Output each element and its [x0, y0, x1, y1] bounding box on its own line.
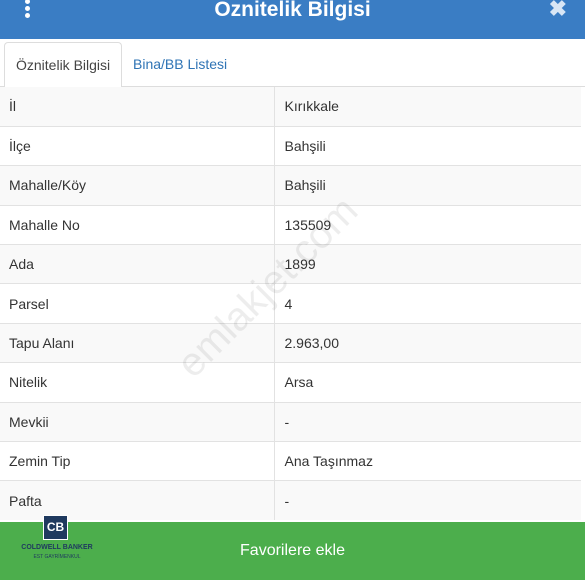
table-row: Mahalle/Köy Bahşili: [0, 165, 581, 206]
attribute-key: İl: [0, 87, 275, 127]
table-row: Nitelik Arsa: [0, 362, 581, 403]
modal-header: Öznitelik Bilgisi ✖: [0, 0, 585, 39]
attribute-key: Mahalle/Köy: [0, 165, 275, 206]
attribute-key: Tapu Alanı: [0, 322, 275, 363]
attribute-value: 2.963,00: [274, 322, 581, 363]
attribute-value: 135509: [274, 204, 581, 245]
close-icon[interactable]: ✖: [549, 0, 567, 22]
attribute-key: Zemin Tip: [0, 441, 275, 481]
attribute-table: İl Kırıkkale İlçe Bahşili Mahalle/Köy Bahşi…: [0, 87, 581, 521]
attribute-key: Ada: [0, 244, 275, 284]
attribute-value: 1899: [274, 244, 581, 284]
tab-bar: Öznitelik Bilgisi Bina/BB Listesi: [0, 39, 585, 88]
table-row: Mevkii -: [0, 401, 581, 442]
attribute-key: Nitelik: [0, 362, 275, 403]
table-row: Ada 1899: [0, 244, 581, 284]
attribute-value: Ana Taşınmaz: [274, 441, 581, 481]
table-row: Zemin Tip Ana Taşınmaz: [0, 441, 581, 481]
tab-bina-bb-listesi[interactable]: Bina/BB Listesi: [122, 42, 238, 88]
attribute-value: Bahşili: [274, 125, 581, 166]
modal-title: Öznitelik Bilgisi: [214, 0, 371, 21]
attribute-value: -: [274, 401, 581, 442]
add-to-favorites-button[interactable]: Favorilere ekle: [0, 522, 585, 580]
attribute-value: Arsa: [274, 362, 581, 403]
table-row: İlçe Bahşili: [0, 125, 581, 166]
attribute-key: Mevkii: [0, 401, 275, 442]
attribute-key: Parsel: [0, 283, 275, 324]
attribute-key: İlçe: [0, 125, 275, 166]
attribute-value: Bahşili: [274, 165, 581, 206]
table-row: Pafta -: [0, 480, 581, 521]
table-row: Mahalle No 135509: [0, 204, 581, 245]
attribute-key: Pafta: [0, 480, 275, 521]
attribute-value: 4: [274, 283, 581, 324]
table-row: İl Kırıkkale: [0, 87, 581, 127]
attribute-value: Kırıkkale: [274, 87, 581, 127]
table-row: Tapu Alanı 2.963,00: [0, 322, 581, 363]
attribute-value: -: [274, 480, 581, 521]
tab-oznitelik-bilgisi[interactable]: Öznitelik Bilgisi: [4, 42, 123, 88]
table-row: Parsel 4: [0, 283, 581, 324]
attribute-key: Mahalle No: [0, 204, 275, 245]
